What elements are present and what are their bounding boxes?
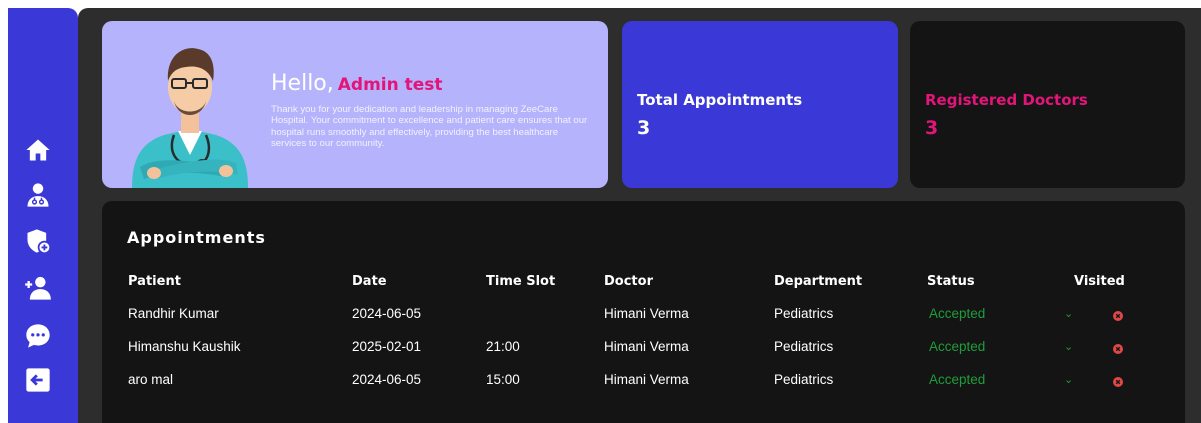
registered-doctors-card: Registered Doctors 3 bbox=[910, 21, 1185, 188]
messages-icon[interactable] bbox=[23, 321, 53, 351]
home-icon[interactable] bbox=[23, 135, 53, 165]
row-2-time: 21:00 bbox=[486, 339, 520, 354]
header-patient: Patient bbox=[128, 274, 181, 289]
appointments-title: Appointments bbox=[127, 228, 266, 247]
welcome-card: Hello, Admin test Thank you for your dedi… bbox=[102, 21, 608, 188]
not-visited-icon bbox=[1113, 311, 1123, 321]
header-time-slot: Time Slot bbox=[486, 274, 556, 289]
not-visited-icon bbox=[1113, 377, 1123, 387]
row-3-status-select[interactable]: Accepted bbox=[929, 372, 985, 387]
row-2-status-select[interactable]: Accepted bbox=[929, 339, 985, 354]
row-1-date: 2024-06-05 bbox=[352, 306, 422, 321]
doctor-icon[interactable] bbox=[23, 180, 53, 210]
chevron-down-icon[interactable]: ⌄ bbox=[1064, 373, 1073, 386]
welcome-message: Thank you for your dedication and leader… bbox=[271, 104, 588, 149]
row-3-doctor: Himani Verma bbox=[604, 372, 689, 387]
row-1-department: Pediatrics bbox=[774, 306, 834, 321]
header-visited: Visited bbox=[1074, 274, 1125, 289]
greeting-text: Hello, bbox=[271, 71, 334, 96]
main-content: Hello, Admin test Thank you for your dedi… bbox=[78, 8, 1201, 423]
doctor-illustration bbox=[132, 48, 248, 188]
appointments-panel: Appointments Patient Date Time Slot Doct… bbox=[102, 201, 1185, 423]
registered-doctors-value: 3 bbox=[925, 117, 939, 139]
row-2-patient: Himanshu Kaushik bbox=[128, 339, 241, 354]
logout-icon[interactable] bbox=[23, 365, 53, 395]
chevron-down-icon[interactable]: ⌄ bbox=[1064, 340, 1073, 353]
row-1-doctor: Himani Verma bbox=[604, 306, 689, 321]
row-3-time: 15:00 bbox=[486, 372, 520, 387]
registered-doctors-label: Registered Doctors bbox=[925, 91, 1088, 109]
total-appointments-card: Total Appointments 3 bbox=[622, 21, 898, 188]
total-appointments-label: Total Appointments bbox=[637, 91, 803, 109]
row-2-doctor: Himani Verma bbox=[604, 339, 689, 354]
row-1-patient: Randhir Kumar bbox=[128, 306, 219, 321]
total-appointments-value: 3 bbox=[637, 117, 651, 139]
row-1-status-select[interactable]: Accepted bbox=[929, 306, 985, 321]
row-3-date: 2024-06-05 bbox=[352, 372, 422, 387]
row-3-department: Pediatrics bbox=[774, 372, 834, 387]
sidebar bbox=[8, 8, 78, 423]
header-date: Date bbox=[352, 274, 387, 289]
header-doctor: Doctor bbox=[604, 274, 653, 289]
header-status: Status bbox=[927, 274, 975, 289]
row-3-patient: aro mal bbox=[128, 372, 174, 387]
header-department: Department bbox=[774, 274, 863, 289]
row-2-department: Pediatrics bbox=[774, 339, 834, 354]
greeting-heading: Hello, Admin test bbox=[271, 71, 443, 96]
admin-name: Admin test bbox=[337, 75, 443, 95]
row-2-date: 2025-02-01 bbox=[352, 339, 422, 354]
not-visited-icon bbox=[1113, 344, 1123, 354]
add-admin-icon[interactable] bbox=[23, 273, 53, 303]
add-doctor-icon[interactable] bbox=[23, 226, 53, 256]
chevron-down-icon[interactable]: ⌄ bbox=[1064, 307, 1073, 320]
